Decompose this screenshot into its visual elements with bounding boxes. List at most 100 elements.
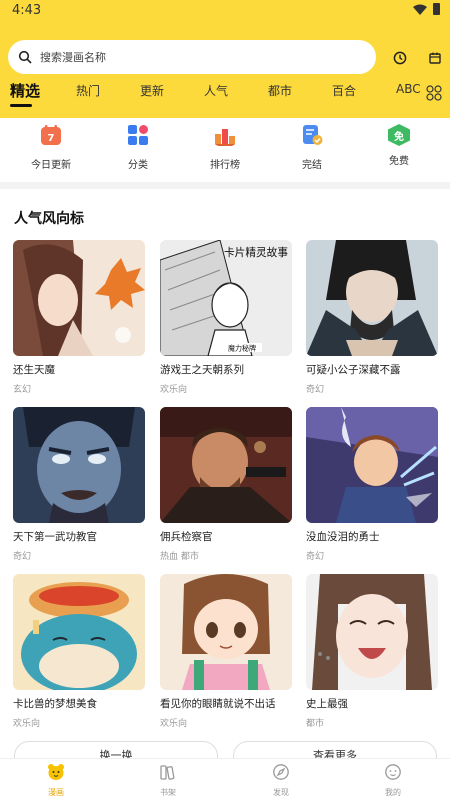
comic-card[interactable]: 卡比兽的梦想美食 欢乐向	[13, 574, 145, 729]
comic-genre: 奇幻	[13, 552, 32, 562]
comic-cover	[306, 240, 438, 356]
quick-links: 7 今日更新 分类 排行榜 完结 免 免费	[0, 118, 450, 180]
comic-card[interactable]: 还生天魔 玄幻	[13, 240, 145, 395]
search-placeholder: 搜索漫画名称	[40, 51, 106, 64]
comic-card[interactable]: 史上最强 都市	[306, 574, 438, 729]
free-badge-text: 免	[394, 132, 404, 143]
compass-icon	[273, 764, 289, 780]
cover-author: 魔力秘牌	[228, 344, 256, 353]
cover-art	[306, 574, 438, 690]
cover-art	[160, 407, 292, 523]
section-title: 人气风向标	[14, 211, 84, 227]
ranking-icon	[215, 129, 235, 146]
cover-text: 卡片精灵故事	[224, 245, 288, 259]
comic-title: 游戏王之天朝系列	[160, 364, 244, 376]
tab-featured[interactable]: 精选	[10, 80, 40, 101]
comic-title: 史上最强	[306, 698, 348, 710]
svg-text:7: 7	[48, 133, 55, 144]
search-icon	[18, 50, 32, 64]
nav-label: 我的	[385, 788, 401, 797]
comic-cover	[160, 574, 292, 690]
comic-card[interactable]: 没血没泪的勇士 奇幻	[306, 407, 438, 562]
quick-link-free[interactable]: 免 免费	[359, 124, 439, 167]
tab-yuri[interactable]: 百合	[332, 82, 356, 99]
battery-icon	[433, 3, 440, 15]
cover-art	[13, 240, 145, 356]
quick-link-label: 免费	[389, 156, 409, 167]
finished-check-icon	[303, 125, 323, 145]
status-icons	[413, 3, 440, 15]
comic-genre: 玄幻	[13, 385, 32, 395]
comic-genre: 热血 都市	[160, 552, 199, 562]
free-badge-icon: 免	[388, 124, 410, 146]
comic-cover: 卡片精灵故事 魔力秘牌	[160, 240, 292, 356]
comic-cover	[13, 407, 145, 523]
cover-art: 卡片精灵故事 魔力秘牌	[160, 240, 292, 356]
cover-art	[13, 407, 145, 523]
quick-link-label: 排行榜	[210, 160, 240, 171]
comic-cover	[160, 407, 292, 523]
comic-cover	[13, 240, 145, 356]
bottom-navigation: 漫画 书架 发现 我的	[0, 758, 450, 800]
wifi-icon	[413, 4, 427, 15]
quick-link-label: 分类	[128, 160, 148, 171]
profile-face-icon	[385, 764, 401, 780]
comic-title: 卡比兽的梦想美食	[13, 698, 97, 710]
comic-title: 看见你的眼睛就说不出话	[160, 698, 276, 710]
cover-art	[306, 407, 438, 523]
nav-label: 书架	[160, 788, 176, 797]
comic-card[interactable]: 天下第一武功教官 奇幻	[13, 407, 145, 562]
all-categories-icon[interactable]	[426, 85, 442, 101]
cover-art	[13, 574, 145, 690]
bookshelf-icon	[160, 765, 175, 780]
status-bar: 4:43	[0, 0, 450, 22]
quick-link-label: 完结	[302, 160, 322, 171]
active-tab-indicator	[10, 104, 32, 107]
quick-link-finished[interactable]: 完结	[272, 124, 352, 171]
quick-link-today-update[interactable]: 7 今日更新	[11, 124, 91, 171]
comic-bear-icon	[48, 764, 64, 780]
category-grid-icon	[128, 125, 148, 145]
comic-genre: 欢乐向	[160, 719, 188, 729]
history-clock-icon[interactable]	[393, 51, 407, 65]
nav-comic[interactable]: 漫画	[26, 763, 86, 798]
comic-title: 天下第一武功教官	[13, 531, 97, 543]
comic-title: 没血没泪的勇士	[306, 531, 380, 543]
search-bar[interactable]: 搜索漫画名称	[8, 40, 376, 74]
comic-cover	[306, 574, 438, 690]
comic-genre: 奇幻	[306, 385, 325, 395]
comic-genre: 欢乐向	[13, 719, 41, 729]
comic-genre: 奇幻	[306, 552, 325, 562]
comic-card[interactable]: 佣兵检察官 热血 都市	[160, 407, 292, 562]
section-divider	[0, 182, 450, 189]
comic-card[interactable]: 卡片精灵故事 魔力秘牌 游戏王之天朝系列 欢乐向	[160, 240, 292, 395]
nav-profile[interactable]: 我的	[363, 763, 423, 798]
quick-link-ranking[interactable]: 排行榜	[185, 124, 265, 171]
quick-link-label: 今日更新	[31, 160, 71, 171]
comic-genre: 欢乐向	[160, 385, 188, 395]
nav-bookshelf[interactable]: 书架	[138, 763, 198, 798]
tab-updates[interactable]: 更新	[140, 82, 164, 99]
nav-label: 发现	[273, 788, 289, 797]
cover-art	[160, 574, 292, 690]
category-tabs: 精选 热门 更新 人气 都市 百合 ABC	[0, 80, 450, 112]
comic-genre: 都市	[306, 719, 325, 729]
nav-label: 漫画	[48, 788, 64, 797]
quick-link-category[interactable]: 分类	[98, 124, 178, 171]
tab-popular[interactable]: 人气	[204, 82, 228, 99]
comic-title: 可疑小公子深藏不露	[306, 364, 401, 376]
calendar-icon[interactable]	[428, 51, 442, 65]
status-time: 4:43	[12, 3, 42, 18]
comic-title: 还生天魔	[13, 364, 55, 376]
tab-urban[interactable]: 都市	[268, 82, 292, 99]
nav-discover[interactable]: 发现	[251, 763, 311, 798]
comic-cover	[306, 407, 438, 523]
comic-title: 佣兵检察官	[160, 531, 213, 543]
tab-abc[interactable]: ABC	[396, 82, 421, 96]
tab-hot[interactable]: 热门	[76, 82, 100, 99]
comic-card[interactable]: 看见你的眼睛就说不出话 欢乐向	[160, 574, 292, 729]
comic-card[interactable]: 可疑小公子深藏不露 奇幻	[306, 240, 438, 395]
cover-art	[306, 240, 438, 356]
calendar-icon: 7	[41, 125, 61, 145]
app-header: 4:43 搜索漫画名称 精选 热门 更新 人气 都市 百合 ABC	[0, 0, 450, 118]
